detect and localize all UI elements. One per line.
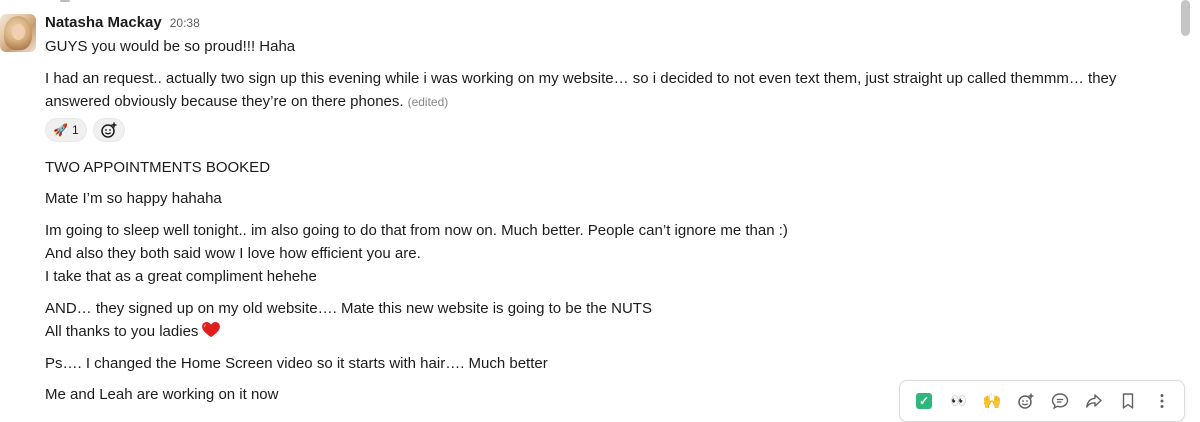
message-line: Im going to sleep well tonight.. im also… (45, 222, 788, 239)
forward-icon (1086, 394, 1102, 408)
reply-icon (1051, 393, 1069, 410)
reaction-bar: 🚀 1 (45, 118, 125, 142)
message-actions-toolbar: ✓ 👀 🙌 (899, 380, 1185, 422)
more-icon (1160, 394, 1164, 408)
reaction-rocket[interactable]: 🚀 1 (45, 118, 87, 142)
message-line-text: All thanks to you ladies (45, 323, 199, 340)
reply-in-thread-button[interactable] (1044, 385, 1076, 417)
message-timestamp[interactable]: 20:38 (170, 16, 200, 30)
eyes-reaction-button[interactable]: 👀 (942, 385, 974, 417)
message-line: AND… they signed up on my old website…. … (45, 300, 652, 317)
add-reaction-toolbar-button[interactable] (1010, 385, 1042, 417)
message-line: And also they both said wow I love how e… (45, 245, 421, 262)
complete-reaction-button[interactable]: ✓ (908, 385, 940, 417)
message-line-text: answered obviously because they’re on th… (45, 93, 404, 110)
raised-hands-reaction-button[interactable]: 🙌 (976, 385, 1008, 417)
edited-label: (edited) (407, 95, 449, 109)
message-line-with-emoji: All thanks to you ladies (45, 320, 221, 343)
message-line: Me and Leah are working on it now (45, 386, 279, 403)
message-line: Ps…. I changed the Home Screen video so … (45, 355, 548, 372)
message-line: I take that as a great compliment hehehe (45, 268, 317, 285)
message-line: GUYS you would be so proud!!! Haha (45, 38, 296, 55)
message-line: Mate I’m so happy hahaha (45, 190, 222, 207)
raised-hands-icon: 🙌 (982, 393, 1002, 410)
eyes-icon: 👀 (950, 393, 967, 408)
scrollbar-thumb[interactable] (1181, 0, 1190, 36)
message: Natasha Mackay 20:38 GUYS you would be s… (0, 0, 1170, 411)
forward-message-button[interactable] (1078, 385, 1110, 417)
save-for-later-button[interactable] (1112, 385, 1144, 417)
avatar[interactable] (0, 14, 36, 52)
add-reaction-icon (100, 122, 117, 138)
check-mark-icon: ✓ (916, 393, 932, 409)
add-reaction-button[interactable] (92, 118, 125, 142)
red-heart-icon (202, 322, 221, 338)
bookmark-icon (1122, 393, 1134, 409)
message-line: I had an request.. actually two sign up … (45, 70, 1117, 87)
more-actions-button[interactable] (1146, 385, 1178, 417)
message-header: Natasha Mackay 20:38 (45, 14, 200, 34)
author-name[interactable]: Natasha Mackay (45, 14, 162, 31)
reaction-count: 1 (71, 123, 79, 137)
avatar-face (12, 24, 25, 40)
rocket-icon: 🚀 (53, 123, 68, 137)
add-reaction-icon (1018, 393, 1034, 409)
message-line: TWO APPOINTMENTS BOOKED (45, 159, 271, 176)
message-line-with-edited: answered obviously because they’re on th… (45, 90, 448, 114)
